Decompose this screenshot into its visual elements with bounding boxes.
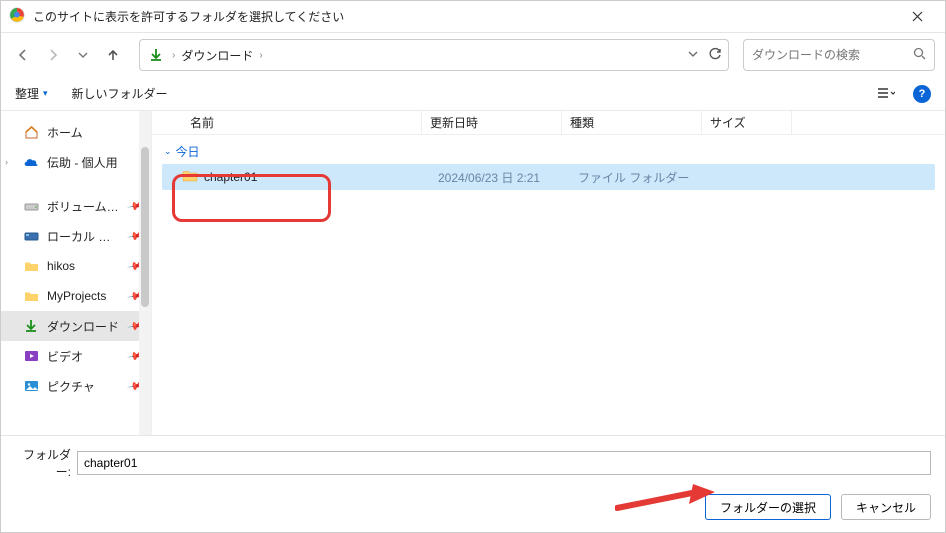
chevron-down-icon[interactable] [688, 48, 698, 62]
sidebar-item-label: 伝助 - 個人用 [47, 154, 143, 171]
sidebar-item-localdisk[interactable]: ローカル ディスク 📌 [1, 221, 151, 251]
refresh-button[interactable] [708, 47, 722, 64]
select-folder-button[interactable]: フォルダーの選択 [705, 494, 831, 520]
search-box[interactable] [743, 39, 935, 71]
cell-type: ファイル フォルダー [578, 169, 718, 186]
forward-button[interactable] [41, 43, 65, 67]
column-name[interactable]: 名前 [182, 111, 422, 134]
search-icon [913, 47, 926, 63]
sidebar-item-home[interactable]: ホーム [1, 117, 151, 147]
sidebar: ホーム › 伝助 - 個人用 ボリューム (D:) 📌 ローカル ディスク 📌 … [1, 111, 151, 435]
chrome-icon [9, 7, 25, 26]
group-label: 今日 [176, 143, 200, 160]
recent-dropdown[interactable] [71, 43, 95, 67]
folder-icon [182, 169, 198, 185]
group-header-today[interactable]: ⌄ 今日 [164, 143, 935, 160]
breadcrumb-downloads[interactable]: ダウンロード [181, 47, 253, 64]
download-icon [23, 318, 39, 334]
titlebar: このサイトに表示を許可するフォルダを選択してください [1, 1, 945, 33]
sidebar-item-volume-d[interactable]: ボリューム (D:) 📌 [1, 191, 151, 221]
onedrive-icon [23, 154, 39, 170]
footer: フォルダー: フォルダーの選択 キャンセル [1, 435, 945, 532]
sidebar-item-videos[interactable]: ビデオ 📌 [1, 341, 151, 371]
window-title: このサイトに表示を許可するフォルダを選択してください [33, 8, 897, 25]
organize-menu[interactable]: 整理 ▾ [15, 85, 48, 102]
breadcrumb-separator-icon: › [259, 50, 262, 61]
nav-row: › ダウンロード › [1, 33, 945, 77]
column-headers: 名前 更新日時 種類 サイズ [152, 111, 945, 135]
table-row[interactable]: chapter01 2024/06/23 日 2:21 ファイル フォルダー [162, 164, 935, 190]
address-bar[interactable]: › ダウンロード › [139, 39, 729, 71]
sidebar-item-pictures[interactable]: ピクチャ 📌 [1, 371, 151, 401]
sidebar-item-label: MyProjects [47, 289, 121, 303]
sidebar-item-hikos[interactable]: hikos 📌 [1, 251, 151, 281]
column-size[interactable]: サイズ [702, 111, 792, 134]
close-button[interactable] [897, 3, 937, 31]
folder-icon [23, 288, 39, 304]
column-type[interactable]: 種類 [562, 111, 702, 134]
chevron-down-icon: ⌄ [164, 146, 172, 157]
sidebar-item-label: ホーム [47, 124, 143, 141]
column-date[interactable]: 更新日時 [422, 111, 562, 134]
sidebar-item-downloads[interactable]: ダウンロード 📌 [1, 311, 151, 341]
dropdown-icon: ▾ [43, 88, 48, 99]
sidebar-item-label: ローカル ディスク [47, 228, 121, 245]
folder-icon [23, 258, 39, 274]
sidebar-item-personal[interactable]: › 伝助 - 個人用 [1, 147, 151, 177]
new-folder-button[interactable]: 新しいフォルダー [72, 85, 168, 102]
organize-label: 整理 [15, 85, 39, 102]
sidebar-item-label: hikos [47, 259, 121, 273]
expand-icon[interactable]: › [5, 157, 8, 167]
help-button[interactable]: ? [913, 85, 931, 103]
sidebar-item-label: ダウンロード [47, 318, 121, 335]
sidebar-item-label: ピクチャ [47, 378, 121, 395]
folder-input[interactable] [77, 451, 931, 475]
pictures-icon [23, 378, 39, 394]
sidebar-scrollbar[interactable] [139, 111, 151, 435]
folder-label: フォルダー: [15, 446, 71, 480]
breadcrumb-separator-icon: › [172, 50, 175, 61]
up-button[interactable] [101, 43, 125, 67]
video-icon [23, 348, 39, 364]
cancel-button[interactable]: キャンセル [841, 494, 931, 520]
drive-icon [23, 228, 39, 244]
annotation-arrow [615, 482, 719, 514]
sidebar-item-label: ビデオ [47, 348, 121, 365]
file-list-area: 名前 更新日時 種類 サイズ ⌄ 今日 chapter01 2024/06/23… [151, 111, 945, 435]
sidebar-item-myprojects[interactable]: MyProjects 📌 [1, 281, 151, 311]
back-button[interactable] [11, 43, 35, 67]
cell-name: chapter01 [204, 170, 438, 184]
drive-icon [23, 198, 39, 214]
download-icon [146, 48, 166, 62]
search-input[interactable] [752, 48, 913, 62]
sidebar-item-label: ボリューム (D:) [47, 198, 121, 215]
cell-date: 2024/06/23 日 2:21 [438, 169, 578, 186]
toolbar: 整理 ▾ 新しいフォルダー ? [1, 77, 945, 111]
new-folder-label: 新しいフォルダー [72, 87, 168, 101]
view-mode-button[interactable] [873, 82, 899, 106]
home-icon [23, 124, 39, 140]
